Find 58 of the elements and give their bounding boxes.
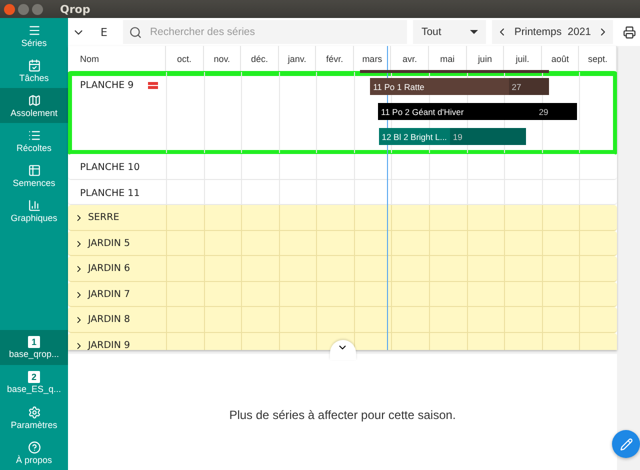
row-name: JARDIN 7 bbox=[88, 288, 130, 300]
table-row[interactable]: JARDIN 5 bbox=[68, 230, 617, 256]
edit-button[interactable] bbox=[612, 430, 640, 458]
list-icon bbox=[28, 128, 40, 142]
bar-label: 11 Po 2 Géant d'Hiver bbox=[378, 103, 536, 120]
search-field[interactable]: Rechercher des séries bbox=[148, 25, 402, 39]
table-row[interactable]: JARDIN 8 bbox=[68, 307, 617, 332]
bar-label: 11 Po 1 Ratte bbox=[370, 78, 509, 95]
empty-message: Plus de séries à affecter pour cette saison. bbox=[229, 408, 456, 422]
sidebar-item[interactable]: Paramètres bbox=[0, 400, 68, 435]
row-name: JARDIN 6 bbox=[88, 263, 130, 274]
harvest-week: 27 bbox=[508, 78, 550, 95]
row-name: PLANCHE 11 bbox=[80, 188, 140, 198]
search-icon bbox=[128, 26, 142, 38]
search-box[interactable]: Rechercher des séries bbox=[122, 20, 408, 44]
table-row[interactable]: PLANCHE 10 bbox=[68, 154, 617, 180]
sidebar-item[interactable]: Semences bbox=[0, 158, 68, 193]
pencil-icon bbox=[620, 438, 632, 450]
letter-label: E bbox=[100, 26, 108, 38]
database-item[interactable]: 2 base_ES_q... bbox=[0, 365, 68, 400]
sidebar-item[interactable]: Graphiques bbox=[0, 193, 68, 228]
row-name: JARDIN 5 bbox=[88, 238, 130, 248]
season-label: Printemps bbox=[514, 26, 562, 38]
crop-bar[interactable]: 11 Po 1 Ratte 27 bbox=[370, 78, 550, 95]
settings-icon bbox=[28, 406, 40, 418]
row-name: PLANCHE 10 bbox=[80, 162, 140, 173]
map-icon bbox=[28, 94, 40, 106]
calendar-check-icon bbox=[28, 58, 40, 72]
window-title: Qrop bbox=[60, 2, 90, 16]
row-name: JARDIN 9 bbox=[88, 340, 130, 350]
harvest-week: 19 bbox=[450, 128, 526, 145]
table-row[interactable]: JARDIN 7 bbox=[68, 282, 617, 307]
row-name: PLANCHE 9 bbox=[80, 80, 134, 91]
bar-chart-icon bbox=[28, 198, 40, 212]
highlighted-row[interactable]: PLANCHE 9 11 Po 1 Ratte 27 11 Po 2 Géant d'Hiver 29 12 Bl 2 Bright L... 19 bbox=[68, 72, 617, 154]
table-row[interactable]: SERRE bbox=[68, 205, 617, 230]
row-name: JARDIN 8 bbox=[88, 314, 130, 325]
table-row[interactable]: JARDIN 9 bbox=[68, 332, 617, 350]
row-name: SERRE bbox=[88, 212, 120, 223]
crop-bar[interactable]: 12 Bl 2 Bright L... 19 bbox=[378, 128, 526, 145]
harvest-week: 29 bbox=[536, 103, 577, 120]
bar-label: 12 Bl 2 Bright L... bbox=[378, 128, 450, 145]
lines-icon bbox=[28, 24, 40, 36]
sidebar-item[interactable]: À propos bbox=[0, 435, 68, 470]
year-label: 2021 bbox=[568, 26, 591, 38]
database-item[interactable]: 1 base_qrop... bbox=[0, 330, 68, 365]
sidebar-item[interactable]: Séries bbox=[0, 18, 68, 53]
help-icon bbox=[28, 440, 40, 454]
sidebar-item[interactable]: Assolement bbox=[0, 88, 68, 123]
close-icon[interactable] bbox=[4, 4, 15, 14]
sidebar-item[interactable]: Tâches bbox=[0, 53, 68, 88]
filter-dropdown[interactable]: Tout bbox=[413, 20, 486, 44]
sidebar-item[interactable]: Récoltes bbox=[0, 123, 68, 158]
table-row[interactable]: JARDIN 6 bbox=[68, 256, 617, 282]
crop-bar[interactable]: 11 Po 2 Géant d'Hiver 29 bbox=[378, 103, 577, 120]
table-row[interactable]: PLANCHE 11 bbox=[68, 180, 617, 205]
print-icon[interactable] bbox=[623, 26, 636, 38]
table-icon bbox=[28, 164, 40, 176]
